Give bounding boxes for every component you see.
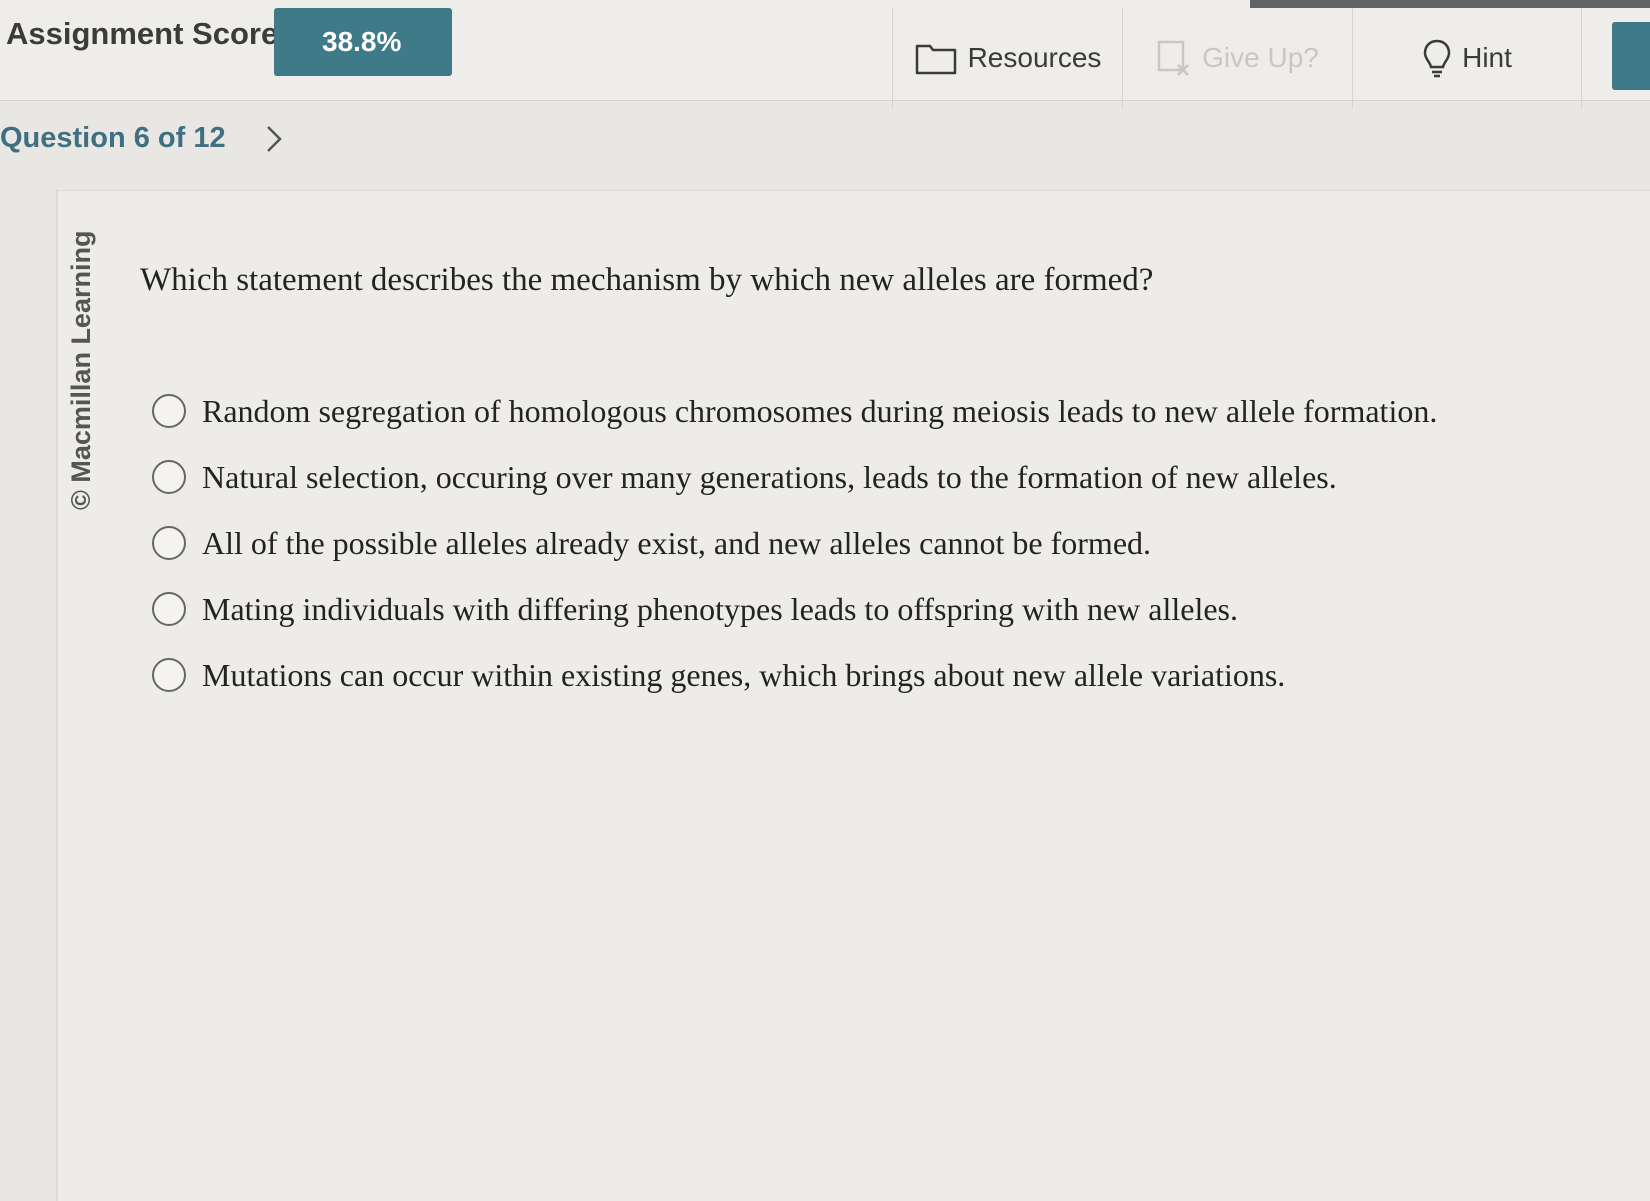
answer-option-label: Mating individuals with differing phenot… (202, 590, 1238, 627)
give-up-icon (1156, 39, 1192, 77)
answer-option-label: Mutations can occur within existing gene… (202, 656, 1286, 693)
answer-option-label: All of the possible alleles already exis… (202, 524, 1152, 561)
next-question-button[interactable] (264, 123, 284, 155)
copyright-notice: © Macmillan Learning (66, 230, 96, 510)
question-navigation: Question 6 of 12 (0, 122, 284, 155)
side-panel-button[interactable] (1612, 22, 1650, 90)
answer-option-5[interactable]: Mutations can occur within existing gene… (152, 642, 1437, 708)
folder-icon (914, 40, 958, 76)
hint-button[interactable]: Hint (1352, 8, 1582, 108)
resources-label: Resources (967, 42, 1102, 73)
assignment-toolbar: Assignment Score: 38.8% Resources Give U… (0, 0, 1650, 108)
question-counter: Question 6 of 12 (0, 122, 226, 154)
answer-option-2[interactable]: Natural selection, occuring over many ge… (152, 444, 1437, 510)
resources-button[interactable]: Resources (892, 8, 1122, 108)
radio-button[interactable] (152, 658, 186, 692)
assignment-score-label: Assignment Score: (6, 16, 289, 51)
question-prompt: Which statement describes the mechanism … (140, 262, 1154, 298)
answer-options: Random segregation of homologous chromos… (152, 378, 1437, 708)
toolbar-top-strip (1250, 0, 1650, 8)
answer-option-4[interactable]: Mating individuals with differing phenot… (152, 576, 1437, 642)
answer-option-label: Natural selection, occuring over many ge… (202, 458, 1337, 495)
assignment-score-badge: 38.8% (274, 8, 452, 76)
lightbulb-icon (1422, 38, 1452, 78)
radio-button[interactable] (152, 394, 186, 428)
answer-option-label: Random segregation of homologous chromos… (202, 392, 1438, 429)
hint-label: Hint (1462, 42, 1512, 73)
chevron-right-icon (264, 123, 284, 155)
give-up-label: Give Up? (1202, 42, 1319, 73)
radio-button[interactable] (152, 460, 186, 494)
assignment-score-value: 38.8% (322, 26, 402, 57)
answer-option-3[interactable]: All of the possible alleles already exis… (152, 510, 1437, 576)
give-up-button[interactable]: Give Up? (1122, 8, 1352, 108)
radio-button[interactable] (152, 592, 186, 626)
answer-option-1[interactable]: Random segregation of homologous chromos… (152, 378, 1437, 444)
radio-button[interactable] (152, 526, 186, 560)
